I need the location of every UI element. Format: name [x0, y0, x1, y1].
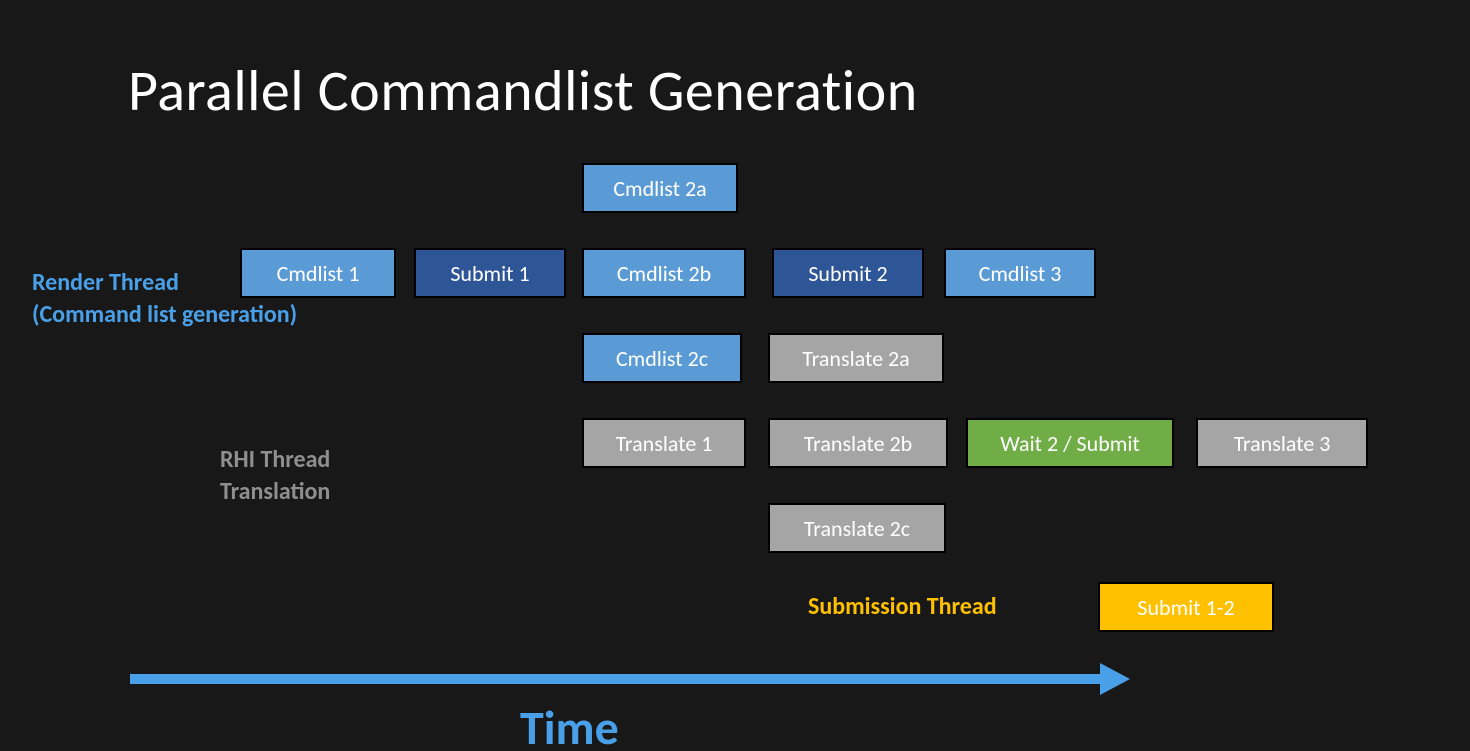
time-arrow-line — [130, 674, 1104, 684]
translate-2b-box: Translate 2b — [768, 418, 948, 468]
cmdlist-3-box: Cmdlist 3 — [944, 248, 1096, 298]
cmdlist-1-box: Cmdlist 1 — [240, 248, 396, 298]
cmdlist-2b-box: Cmdlist 2b — [582, 248, 746, 298]
render-thread-label-line1: Render Thread — [32, 268, 179, 297]
rhi-thread-label-line1: RHI Thread — [220, 445, 330, 474]
time-arrow-head — [1100, 663, 1130, 695]
translate-2a-box: Translate 2a — [768, 333, 944, 383]
submit-2-box: Submit 2 — [772, 248, 924, 298]
render-thread-label-line2: (Command list generation) — [32, 300, 297, 329]
cmdlist-2a-box: Cmdlist 2a — [582, 163, 738, 213]
time-label: Time — [520, 698, 619, 751]
translate-2c-box: Translate 2c — [768, 503, 946, 553]
submit-1-2-box: Submit 1-2 — [1098, 582, 1274, 632]
translate-1-box: Translate 1 — [582, 418, 746, 468]
rhi-thread-label-line2: Translation — [220, 477, 330, 506]
cmdlist-2c-box: Cmdlist 2c — [582, 333, 742, 383]
wait-2-submit-box: Wait 2 / Submit — [966, 418, 1174, 468]
submit-1-box: Submit 1 — [414, 248, 566, 298]
submission-thread-label: Submission Thread — [808, 592, 997, 621]
translate-3-box: Translate 3 — [1196, 418, 1368, 468]
slide-title: Parallel Commandlist Generation — [128, 55, 918, 126]
